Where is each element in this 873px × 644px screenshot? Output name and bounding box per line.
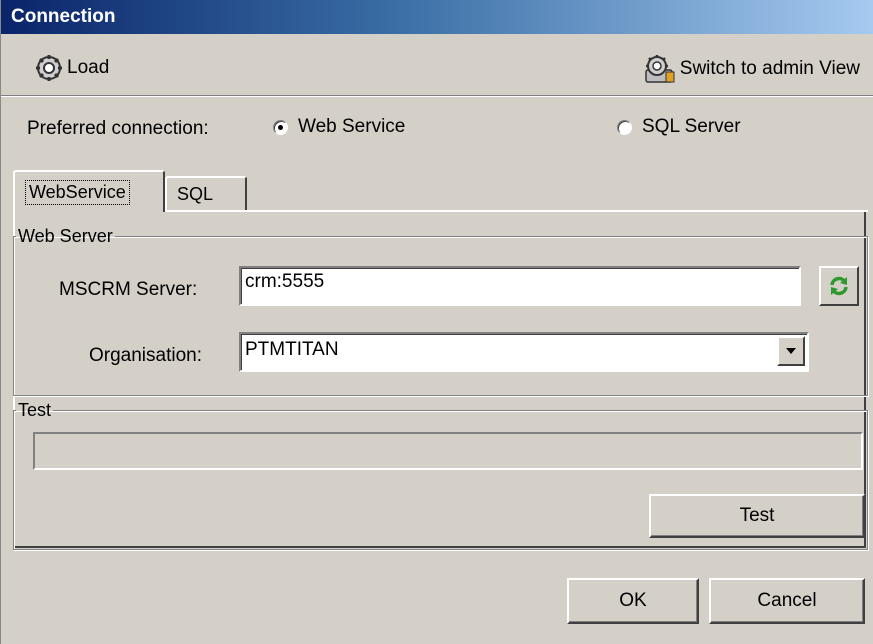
organisation-label: Organisation: <box>89 345 203 366</box>
admin-gear-icon <box>645 55 675 83</box>
tab-sql[interactable]: SQL <box>165 176 247 210</box>
sql-server-label: SQL Server <box>642 116 741 137</box>
test-progress-bar <box>33 432 863 470</box>
tab-sql-label: SQL <box>177 183 214 204</box>
test-button[interactable]: Test <box>649 494 865 538</box>
ok-button[interactable]: OK <box>567 578 699 624</box>
gear-icon <box>36 55 62 81</box>
organisation-dropdown-button[interactable] <box>777 336 805 366</box>
tab-webservice[interactable]: WebService <box>13 170 165 212</box>
chevron-down-icon <box>786 348 796 354</box>
organisation-value: PTMTITAN <box>245 339 339 360</box>
load-button[interactable]: Load <box>35 54 109 82</box>
refresh-icon <box>830 276 848 296</box>
organisation-select[interactable]: PTMTITAN <box>239 332 809 372</box>
load-label: Load <box>67 57 110 78</box>
web-server-legend: Web Server <box>18 226 113 246</box>
web-service-radio[interactable]: Web Service <box>273 116 405 138</box>
mscrm-server-input[interactable]: crm:5555 <box>239 266 801 306</box>
connection-dialog: Connection Load Switch to admin View Pre… <box>0 0 873 644</box>
radio-circle <box>273 119 288 135</box>
toolbar: Load Switch to admin View <box>1 34 873 94</box>
preferred-connection-label: Preferred connection: <box>27 118 209 139</box>
window-title: Connection <box>11 6 116 27</box>
toolbar-divider <box>1 95 873 97</box>
radio-circle <box>617 119 632 135</box>
tab-webservice-label: WebService <box>25 179 130 205</box>
switch-admin-view-button[interactable]: Switch to admin View <box>644 54 860 84</box>
switch-admin-view-label: Switch to admin View <box>679 58 860 79</box>
cancel-button[interactable]: Cancel <box>709 578 865 624</box>
sql-server-radio[interactable]: SQL Server <box>617 116 741 138</box>
radio-dot <box>278 124 283 130</box>
test-legend: Test <box>18 400 52 420</box>
mscrm-server-label: MSCRM Server: <box>59 279 198 300</box>
web-service-label: Web Service <box>298 116 406 137</box>
title-bar: Connection <box>1 0 873 34</box>
refresh-button[interactable] <box>819 266 859 306</box>
